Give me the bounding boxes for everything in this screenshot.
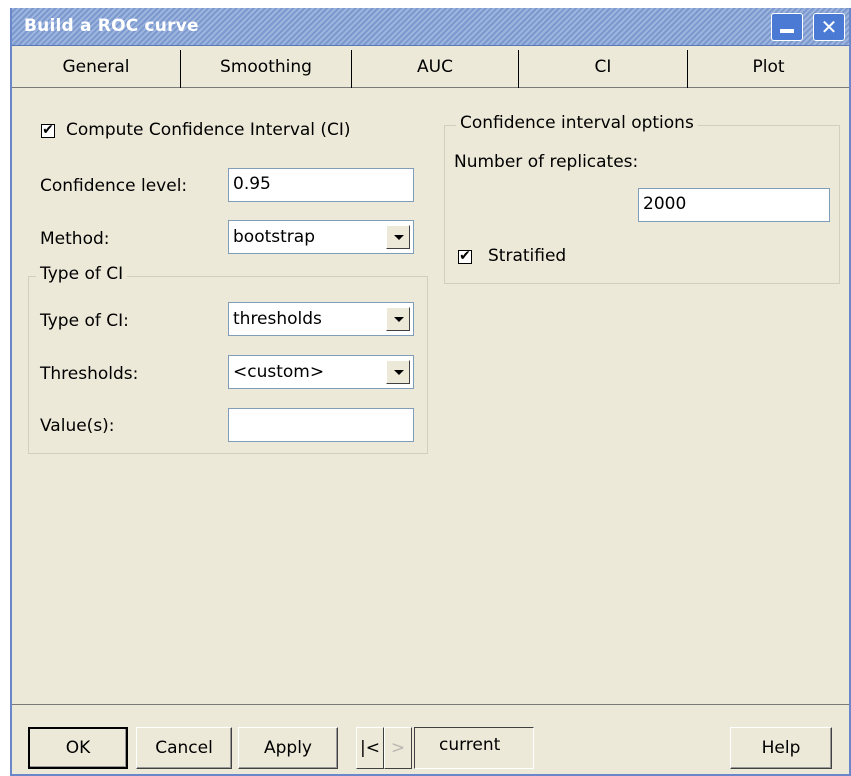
replicates-label: Number of replicates:: [454, 152, 639, 172]
method-dropdown-button[interactable]: [386, 225, 410, 249]
help-button[interactable]: Help: [730, 727, 832, 769]
ok-button[interactable]: OK: [28, 727, 128, 769]
confidence-level-label: Confidence level:: [40, 176, 188, 196]
chevron-down-icon: [394, 317, 404, 322]
button-bar: OK Cancel Apply |< > current Help: [12, 704, 849, 774]
values-label: Value(s):: [40, 416, 115, 436]
type-of-ci-label: Type of CI:: [40, 311, 129, 331]
chevron-down-icon: [394, 235, 404, 240]
close-icon: ✕: [820, 15, 838, 39]
apply-button[interactable]: Apply: [238, 727, 338, 769]
tab-bar: General Smoothing AUC CI Plot: [12, 46, 849, 88]
ci-options-group-title: Confidence interval options: [456, 113, 698, 133]
tab-auc[interactable]: AUC: [352, 46, 518, 88]
title-bar[interactable]: Build a ROC curve ✕: [12, 8, 849, 46]
type-of-ci-value: thresholds: [233, 309, 322, 329]
confidence-level-input[interactable]: 0.95: [228, 168, 414, 202]
check-icon: ✔: [459, 248, 471, 264]
thresholds-select[interactable]: <custom>: [228, 355, 414, 389]
current-record-box: current: [414, 727, 534, 769]
chevron-down-icon: [394, 370, 404, 375]
minimize-button[interactable]: [771, 13, 803, 41]
replicates-input[interactable]: 2000: [638, 188, 830, 222]
thresholds-dropdown-button[interactable]: [386, 360, 410, 384]
values-input[interactable]: [228, 408, 414, 442]
tab-general[interactable]: General: [12, 46, 180, 88]
method-label: Method:: [40, 229, 110, 249]
tab-plot[interactable]: Plot: [688, 46, 849, 88]
window-title: Build a ROC curve: [24, 16, 199, 36]
method-select[interactable]: bootstrap: [228, 220, 414, 254]
compute-ci-label: Compute Confidence Interval (CI): [66, 120, 351, 140]
stratified-checkbox[interactable]: ✔: [458, 248, 472, 264]
first-record-button[interactable]: |<: [356, 727, 384, 769]
cancel-button[interactable]: Cancel: [136, 727, 232, 769]
compute-ci-checkbox[interactable]: ✔: [41, 122, 55, 138]
thresholds-value: <custom>: [233, 362, 325, 382]
next-record-button[interactable]: >: [384, 727, 412, 769]
thresholds-label: Thresholds:: [40, 364, 139, 384]
close-button[interactable]: ✕: [813, 13, 845, 41]
check-icon: ✔: [42, 122, 54, 138]
type-of-ci-group-title: Type of CI: [36, 264, 128, 284]
method-value: bootstrap: [233, 227, 315, 247]
type-of-ci-select[interactable]: thresholds: [228, 302, 414, 336]
type-of-ci-dropdown-button[interactable]: [386, 307, 410, 331]
tab-ci[interactable]: CI: [519, 46, 687, 88]
stratified-label: Stratified: [488, 246, 567, 266]
dialog-window: Build a ROC curve ✕ General Smoothing AU…: [10, 8, 851, 776]
minimize-icon: [780, 29, 794, 33]
tab-smoothing[interactable]: Smoothing: [181, 46, 351, 88]
ci-panel: ✔ Compute Confidence Interval (CI) Confi…: [12, 88, 849, 704]
